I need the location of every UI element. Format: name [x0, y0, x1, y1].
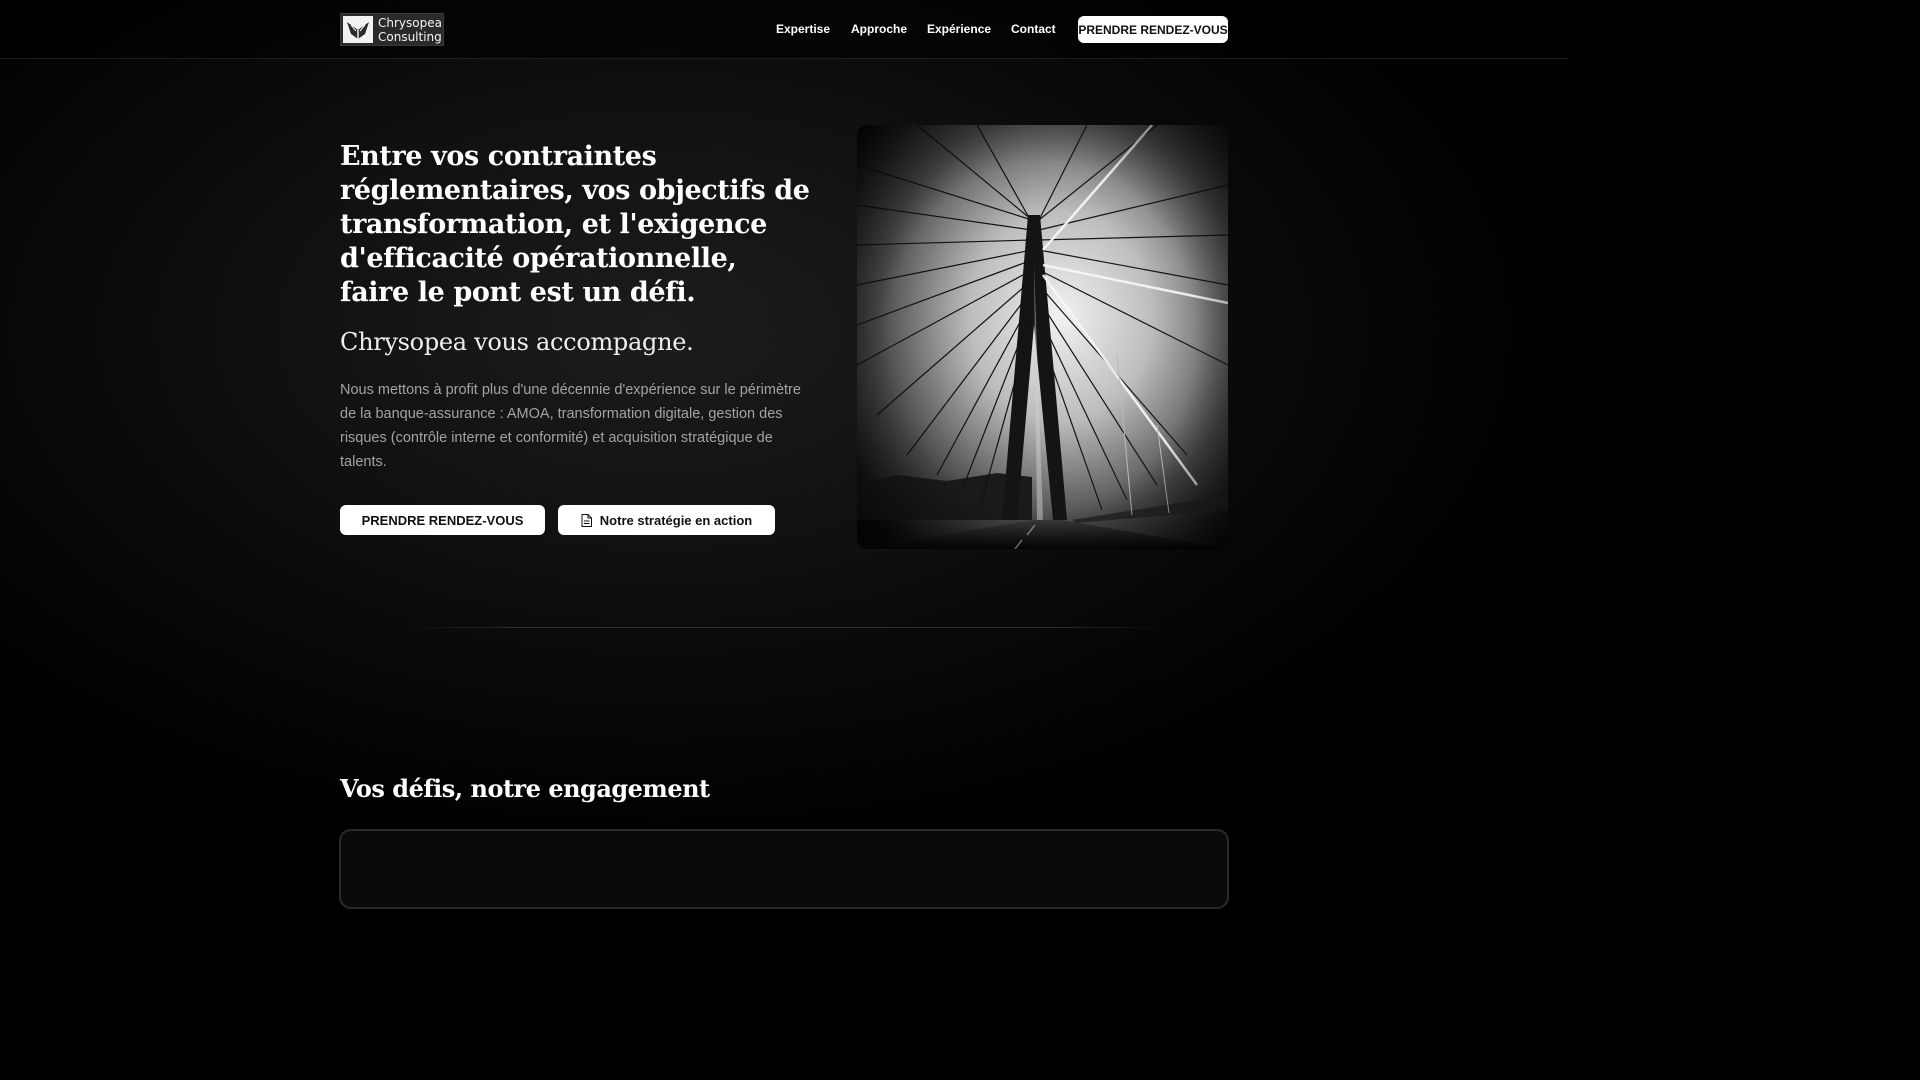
- section-title: Vos défis, notre engagement: [340, 774, 710, 803]
- chrysalis-wings-icon: [343, 16, 373, 43]
- strategy-button[interactable]: Notre stratégie en action: [558, 505, 775, 535]
- hero-appointment-button[interactable]: PRENDRE RENDEZ-VOUS: [340, 505, 545, 535]
- challenges-card: [339, 829, 1229, 909]
- site-header: Chrysopea Consulting Expertise Approche …: [0, 0, 1568, 59]
- hero-description: Nous mettons à profit plus d'une décenni…: [340, 382, 801, 470]
- header-appointment-button[interactable]: PRENDRE RENDEZ-VOUS: [1078, 16, 1228, 43]
- brand-name: Chrysopea Consulting: [378, 16, 442, 44]
- brand-name-line2: Consulting: [378, 29, 442, 44]
- nav-link-expertise[interactable]: Expertise: [776, 22, 830, 36]
- nav-link-experience[interactable]: Expérience: [927, 22, 991, 36]
- hero-subtitle: Chrysopea vous accompagne.: [340, 328, 694, 356]
- brand-logo[interactable]: Chrysopea Consulting: [340, 13, 444, 46]
- hero-title: Entre vos contraintes réglementaires, vo…: [340, 141, 810, 308]
- nav-link-approche[interactable]: Approche: [851, 22, 907, 36]
- cable-stayed-bridge-photo: [857, 125, 1228, 549]
- nav-link-contact[interactable]: Contact: [1011, 22, 1056, 36]
- section-divider: [400, 627, 1168, 628]
- strategy-button-label: Notre stratégie en action: [599, 512, 753, 528]
- brand-name-line1: Chrysopea: [378, 15, 442, 30]
- document-icon: [581, 513, 592, 527]
- hero-appointment-button-label: PRENDRE RENDEZ-VOUS: [361, 512, 524, 528]
